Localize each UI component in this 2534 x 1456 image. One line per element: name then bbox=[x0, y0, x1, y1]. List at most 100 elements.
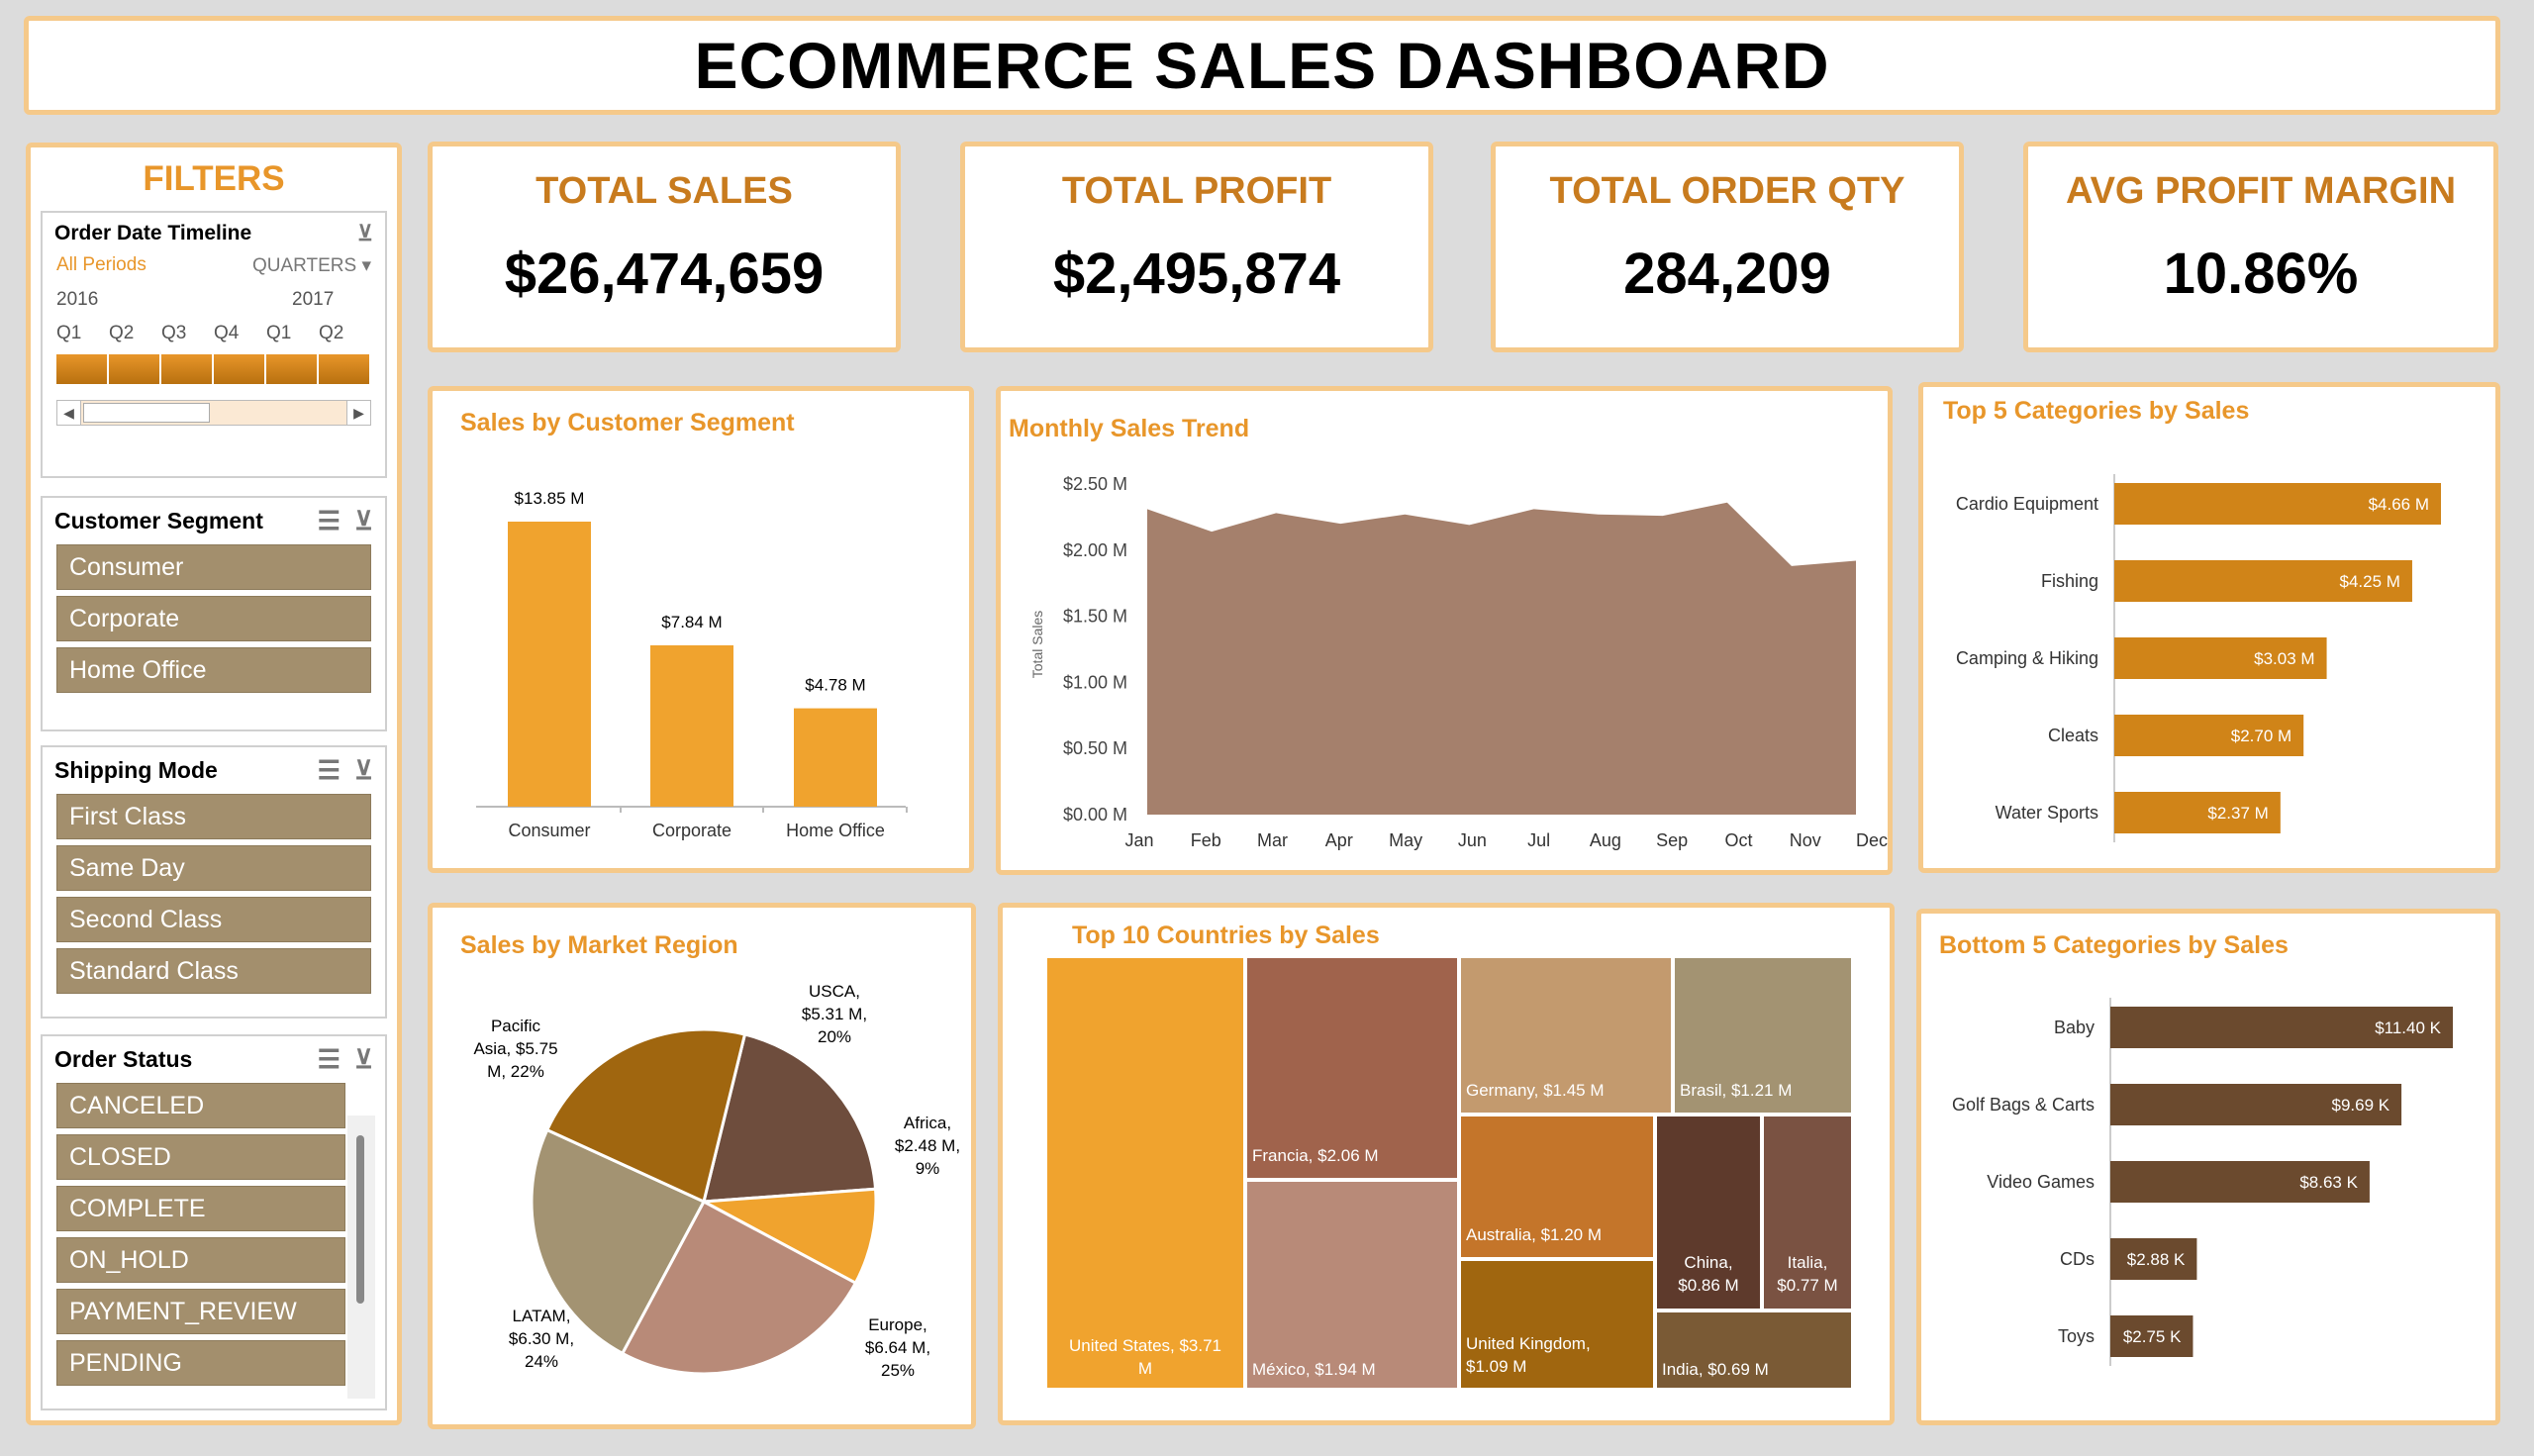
slicer-item-consumer[interactable]: Consumer bbox=[56, 544, 371, 590]
granularity-dropdown[interactable]: QUARTERS ▾ bbox=[252, 254, 371, 277]
category-label: Golf Bags & Carts bbox=[1952, 1095, 2095, 1115]
kpi-label: TOTAL SALES bbox=[536, 170, 793, 212]
order-date-timeline[interactable]: Order Date Timeline ⊻ All Periods QUARTE… bbox=[41, 211, 387, 478]
tile-label: Francia, $2.06 M bbox=[1252, 1146, 1379, 1165]
bottom5-bar-chart: Baby $11.40 K Golf Bags & Carts $9.69 K Vide… bbox=[1952, 998, 2453, 1366]
scroll-right-icon[interactable]: ▶ bbox=[346, 401, 370, 425]
dashboard-title: ECOMMERCE SALES DASHBOARD bbox=[694, 29, 1830, 102]
y-tick-label: $0.50 M bbox=[1063, 738, 1127, 758]
scroll-thumb[interactable] bbox=[83, 403, 210, 423]
all-periods-label: All Periods bbox=[56, 254, 146, 275]
slicer-item-standard-class[interactable]: Standard Class bbox=[56, 948, 371, 994]
slicer-item-complete[interactable]: COMPLETE bbox=[56, 1186, 345, 1231]
scroll-thumb[interactable] bbox=[356, 1135, 364, 1304]
slicer-item-home-office[interactable]: Home Office bbox=[56, 647, 371, 693]
category-label: CDs bbox=[2060, 1249, 2095, 1269]
x-tick-label: Jun bbox=[1458, 830, 1487, 850]
timeline-quarter: Q3 bbox=[161, 323, 187, 343]
kpi-label: TOTAL PROFIT bbox=[1061, 170, 1332, 212]
multi-select-icon[interactable]: ☰ bbox=[318, 1044, 341, 1075]
data-label: $4.25 M bbox=[2340, 572, 2400, 591]
monthly-area-chart: $0.00 M $0.50 M $1.00 M $1.50 M $2.00 M $2.50… bbox=[1029, 474, 1888, 850]
category-label: Water Sports bbox=[1996, 803, 2098, 823]
kpi-label: AVG PROFIT MARGIN bbox=[2065, 170, 2457, 212]
timeline-selection-bar[interactable] bbox=[56, 354, 371, 384]
multi-select-icon[interactable]: ☰ bbox=[318, 506, 341, 536]
x-tick-label: May bbox=[1389, 830, 1422, 850]
data-label: $2.70 M bbox=[2231, 727, 2291, 745]
kpi-value: $26,474,659 bbox=[504, 242, 825, 306]
slicer-item-canceled[interactable]: CANCELED bbox=[56, 1083, 345, 1128]
tile-label: $0.86 M bbox=[1678, 1276, 1738, 1295]
bottom5-categories-card: Bottom 5 Categories by Sales Baby $11.40 … bbox=[1916, 909, 2500, 1425]
segment-chart-card: Sales by Customer Segment $13.85 M Consum… bbox=[428, 386, 974, 873]
kpi-value: $2,495,874 bbox=[1052, 242, 1341, 306]
slice-label: Pacific bbox=[491, 1017, 541, 1035]
dashboard-header: ECOMMERCE SALES DASHBOARD bbox=[24, 16, 2500, 115]
multi-select-icon[interactable]: ☰ bbox=[318, 755, 341, 786]
segment-bar-chart: $13.85 M Consumer $7.84 M Corporate $4.78 M H… bbox=[476, 489, 908, 840]
tile-label: China, bbox=[1684, 1253, 1732, 1272]
slicer-title: Shipping Mode bbox=[54, 757, 218, 783]
bar bbox=[794, 708, 877, 807]
kpi-label: TOTAL ORDER QTY bbox=[1549, 170, 1905, 212]
countries-treemap: United States, $3.71 M Francia, $2.06 M Méx… bbox=[1045, 956, 1853, 1390]
clear-filter-icon[interactable]: ⊻ bbox=[354, 506, 373, 536]
slice-label: Europe, bbox=[868, 1315, 927, 1334]
data-label: $11.40 K bbox=[2375, 1019, 2441, 1037]
x-tick-label: Sep bbox=[1656, 830, 1688, 850]
slice-label: $6.64 M, bbox=[865, 1338, 930, 1357]
timeline-quarter: Q1 bbox=[56, 323, 82, 343]
shipping-mode-slicer: Shipping Mode ☰ ⊻ First Class Same Day Se… bbox=[41, 745, 387, 1019]
clear-filter-icon[interactable]: ⊻ bbox=[354, 755, 373, 786]
timeline-scrollbar[interactable]: ◀ ▶ bbox=[56, 400, 371, 426]
slicer-item-corporate[interactable]: Corporate bbox=[56, 596, 371, 641]
x-tick-label: Jan bbox=[1124, 830, 1153, 850]
filters-panel: FILTERS Order Date Timeline ⊻ All Period… bbox=[26, 143, 402, 1425]
slicer-item-same-day[interactable]: Same Day bbox=[56, 845, 371, 891]
tile-label: México, $1.94 M bbox=[1252, 1360, 1376, 1379]
kpi-total-order-qty: TOTAL ORDER QTY 284,209 bbox=[1491, 142, 1964, 352]
tile-label: Italia, bbox=[1788, 1253, 1828, 1272]
slice-label: $2.48 M, bbox=[895, 1136, 960, 1155]
clear-filter-icon[interactable]: ⊻ bbox=[357, 221, 373, 246]
y-tick-label: $0.00 M bbox=[1063, 805, 1127, 825]
timeline-year: 2017 bbox=[292, 289, 335, 310]
slicer-item-pending[interactable]: PENDING bbox=[56, 1340, 345, 1386]
kpi-total-profit: TOTAL PROFIT $2,495,874 bbox=[960, 142, 1433, 352]
bar bbox=[508, 522, 591, 807]
timeline-year: 2016 bbox=[56, 289, 99, 310]
slicer-item-on-hold[interactable]: ON_HOLD bbox=[56, 1237, 345, 1283]
clear-filter-icon[interactable]: ⊻ bbox=[354, 1044, 373, 1075]
data-label: $4.78 M bbox=[805, 676, 865, 695]
slicer-item-first-class[interactable]: First Class bbox=[56, 794, 371, 839]
order-status-slicer: Order Status ☰ ⊻ CANCELED CLOSED COMPLETE… bbox=[41, 1034, 387, 1410]
category-label: Camping & Hiking bbox=[1956, 648, 2098, 668]
slicer-item-second-class[interactable]: Second Class bbox=[56, 897, 371, 942]
tick-label: Corporate bbox=[652, 821, 731, 840]
slicer-scrollbar[interactable] bbox=[347, 1116, 375, 1399]
data-label: $2.88 K bbox=[2127, 1250, 2186, 1269]
slice-label: USCA, bbox=[809, 982, 860, 1001]
data-label: $13.85 M bbox=[515, 489, 585, 508]
x-tick-label: Nov bbox=[1790, 830, 1821, 850]
tile-label: $1.09 M bbox=[1466, 1357, 1526, 1376]
data-label: $9.69 K bbox=[2331, 1096, 2389, 1115]
category-label: Toys bbox=[2058, 1326, 2095, 1346]
y-tick-label: $2.50 M bbox=[1063, 474, 1127, 494]
kpi-avg-profit-margin: AVG PROFIT MARGIN 10.86% bbox=[2023, 142, 2498, 352]
slice-label: LATAM, bbox=[513, 1307, 571, 1325]
slicer-item-payment-review[interactable]: PAYMENT_REVIEW bbox=[56, 1289, 345, 1334]
timeline-quarter: Q4 bbox=[214, 323, 240, 343]
slicer-title: Customer Segment bbox=[54, 508, 263, 534]
granularity-value: QUARTERS bbox=[251, 255, 357, 276]
slicer-item-closed[interactable]: CLOSED bbox=[56, 1134, 345, 1180]
top5-categories-card: Top 5 Categories by Sales Cardio Equipme… bbox=[1918, 382, 2500, 873]
tile-label: M bbox=[1138, 1359, 1152, 1378]
data-label: $7.84 M bbox=[661, 613, 722, 631]
scroll-left-icon[interactable]: ◀ bbox=[57, 401, 81, 425]
data-label: $2.75 K bbox=[2123, 1327, 2182, 1346]
timeline-quarter: Q2 bbox=[319, 323, 344, 343]
y-axis-label: Total Sales bbox=[1029, 611, 1045, 678]
kpi-total-sales: TOTAL SALES $26,474,659 bbox=[428, 142, 901, 352]
